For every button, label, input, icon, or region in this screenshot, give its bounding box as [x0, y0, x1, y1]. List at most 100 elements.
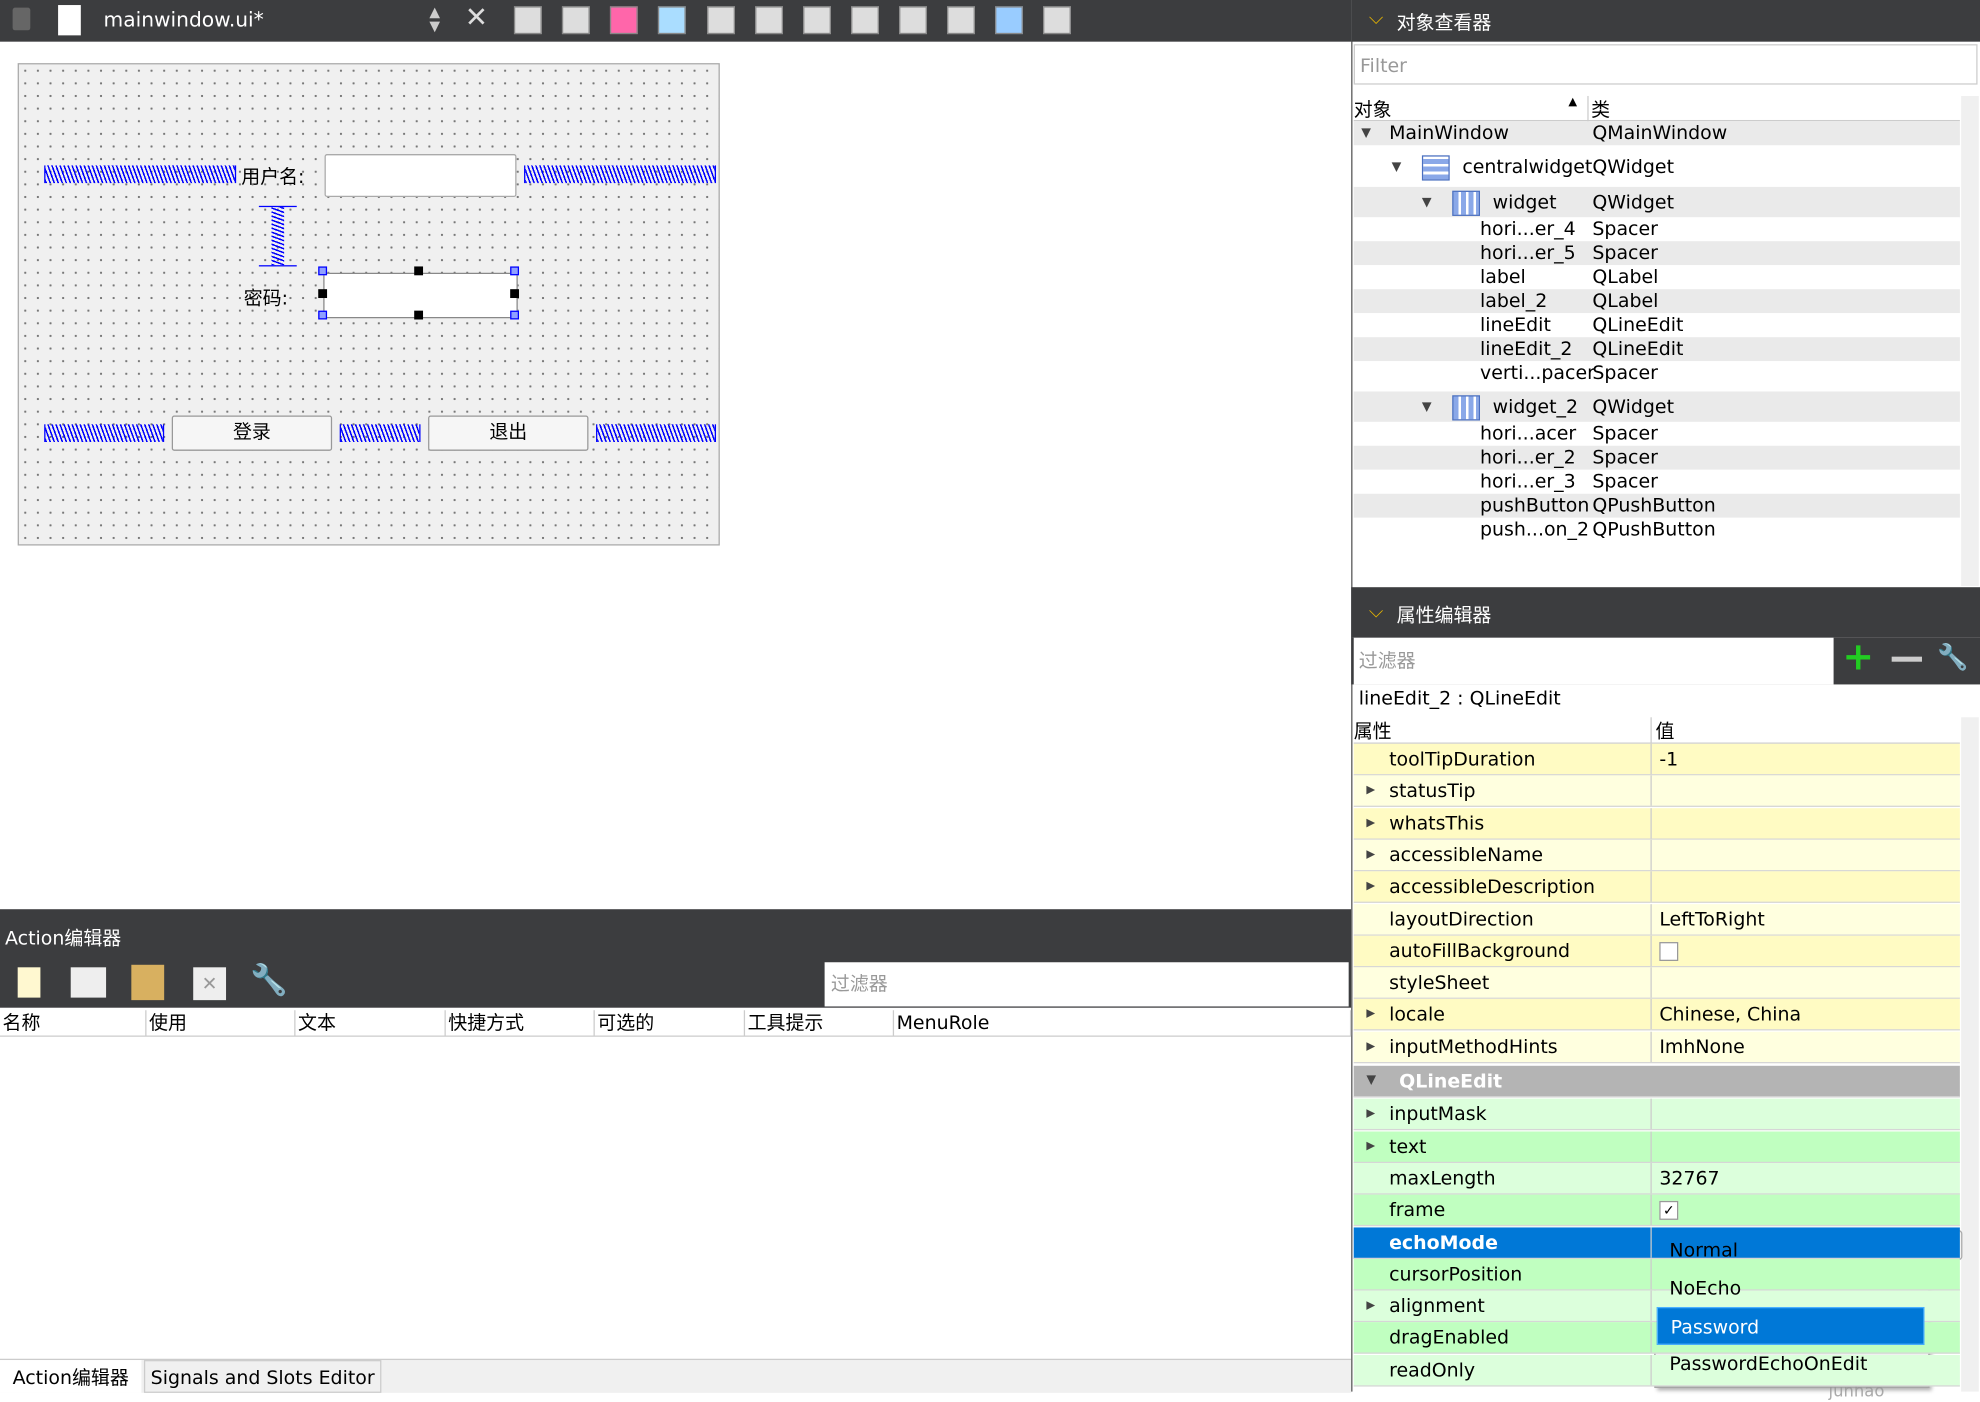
login-button[interactable]: 登录	[171, 415, 333, 451]
break-layout-icon[interactable]	[995, 6, 1023, 35]
object-tree-scrollbar[interactable]	[1961, 95, 1979, 586]
copy-icon[interactable]	[70, 967, 107, 998]
tree-row[interactable]: hori...er_2 Spacer	[1353, 445, 1960, 470]
tree-row[interactable]: verti...pacer Spacer	[1353, 361, 1960, 386]
edit-buddies-icon[interactable]	[609, 6, 638, 35]
horizontal-spacer[interactable]	[524, 165, 717, 184]
expand-arrow-icon[interactable]: ▶	[1366, 1099, 1375, 1129]
tree-row[interactable]: hori...er_4 Spacer	[1353, 217, 1960, 242]
tab-action-editor[interactable]: Action编辑器	[0, 1360, 142, 1393]
property-filter-input[interactable]: 过滤器	[1353, 637, 1834, 685]
horizontal-spacer[interactable]	[44, 424, 165, 442]
tree-row[interactable]: lineEdit QLineEdit	[1353, 313, 1960, 338]
property-row[interactable]: toolTipDuration -1	[1353, 743, 1960, 776]
file-name[interactable]: mainwindow.ui*	[104, 8, 264, 32]
expand-arrow-icon[interactable]: ▼	[1422, 187, 1432, 219]
tab-signals-slots[interactable]: Signals and Slots Editor	[143, 1360, 382, 1393]
property-row[interactable]: styleSheet	[1353, 967, 1960, 999]
split-vertical-icon[interactable]	[851, 6, 879, 35]
lock-icon[interactable]	[12, 7, 31, 31]
layout-grid-icon[interactable]	[947, 6, 975, 35]
tree-row[interactable]: push...on_2 QPushButton	[1353, 517, 1960, 542]
property-value[interactable]: LeftToRight	[1659, 904, 1764, 934]
action-column-header[interactable]: 快捷方式	[446, 1010, 595, 1036]
tree-row[interactable]: ▼ MainWindow QMainWindow	[1353, 121, 1960, 146]
tree-row[interactable]: ▼ widget QWidget	[1353, 186, 1960, 219]
action-filter-input[interactable]: 过滤器	[824, 962, 1349, 1007]
layout-vertical-icon[interactable]	[755, 6, 783, 35]
layout-form-icon[interactable]	[899, 6, 927, 35]
tree-row[interactable]: label QLabel	[1353, 265, 1960, 290]
object-filter-input[interactable]: Filter	[1353, 44, 1978, 85]
expand-arrow-icon[interactable]: ▶	[1366, 872, 1375, 902]
column-object[interactable]: 对象	[1354, 96, 1392, 123]
layout-horizontal-icon[interactable]	[707, 6, 735, 35]
action-column-header[interactable]: 工具提示	[745, 1010, 895, 1036]
close-icon[interactable]: ✕	[465, 3, 488, 35]
property-row[interactable]: ▶ accessibleName	[1353, 839, 1960, 872]
expand-arrow-icon[interactable]: ▶	[1366, 1131, 1375, 1161]
vertical-spacer[interactable]	[258, 205, 297, 267]
collapse-arrow-icon[interactable]: ▼	[1366, 1065, 1376, 1095]
settings-wrench-icon[interactable]: 🔧	[250, 962, 288, 997]
property-checkbox[interactable]	[1659, 941, 1679, 961]
horizontal-spacer[interactable]	[44, 165, 237, 184]
tree-row[interactable]: hori...acer Spacer	[1353, 421, 1960, 446]
edit-widgets-icon[interactable]	[513, 6, 542, 35]
add-property-icon[interactable]: +	[1842, 635, 1874, 679]
property-row[interactable]: layoutDirection LeftToRight	[1353, 903, 1960, 936]
horizontal-spacer[interactable]	[339, 424, 421, 442]
configure-wrench-icon[interactable]: 🔧	[1937, 642, 1968, 672]
dropdown-option[interactable]: PasswordEchoOnEdit	[1657, 1345, 1925, 1383]
edit-tab-order-icon[interactable]	[657, 6, 686, 35]
collapse-chevron-icon[interactable]: ⌵	[1369, 6, 1383, 29]
property-value[interactable]: 32767	[1659, 1163, 1719, 1193]
tree-row[interactable]: hori...er_3 Spacer	[1353, 469, 1960, 494]
dropdown-option[interactable]: Normal	[1657, 1231, 1925, 1269]
tree-row[interactable]: ▼ centralwidget QWidget	[1353, 151, 1960, 184]
property-value[interactable]: Chinese, China	[1659, 999, 1801, 1029]
property-checkbox[interactable]: ✓	[1659, 1201, 1679, 1221]
dropdown-option[interactable]: Password	[1656, 1306, 1925, 1345]
action-column-header[interactable]: 可选的	[595, 1010, 746, 1036]
tree-row[interactable]: ▼ widget_2 QWidget	[1353, 391, 1960, 424]
property-row[interactable]: ▶ locale Chinese, China	[1353, 999, 1960, 1031]
action-column-header[interactable]: 使用	[146, 1010, 296, 1036]
delete-icon[interactable]: ✕	[193, 967, 227, 1001]
action-column-header[interactable]: 名称	[0, 1010, 147, 1036]
dropdown-option[interactable]: NoEcho	[1657, 1269, 1925, 1307]
horizontal-spacer[interactable]	[596, 424, 717, 442]
property-row[interactable]: ▶ inputMethodHints ImhNone	[1353, 1031, 1960, 1063]
column-class[interactable]: 类	[1587, 95, 1610, 123]
property-row[interactable]: ▶ whatsThis	[1353, 807, 1960, 840]
expand-arrow-icon[interactable]: ▶	[1366, 1031, 1375, 1061]
expand-arrow-icon[interactable]: ▶	[1366, 999, 1375, 1029]
tree-row[interactable]: lineEdit_2 QLineEdit	[1353, 337, 1960, 362]
property-value[interactable]: -1	[1659, 744, 1678, 774]
action-column-header[interactable]: 文本	[295, 1010, 446, 1036]
tree-row[interactable]: hori...er_5 Spacer	[1353, 241, 1960, 266]
file-switch-arrows-icon[interactable]: ▲ ▼	[429, 5, 440, 33]
expand-arrow-icon[interactable]: ▶	[1366, 808, 1375, 838]
edit-signals-slots-icon[interactable]	[561, 6, 590, 35]
action-column-header[interactable]: MenuRole	[894, 1010, 1352, 1036]
column-property[interactable]: 属性	[1354, 717, 1392, 744]
collapse-chevron-icon[interactable]: ⌵	[1369, 600, 1383, 623]
property-row[interactable]: ▶ inputMask	[1353, 1099, 1960, 1131]
remove-property-icon[interactable]	[1891, 656, 1922, 662]
property-value[interactable]: ImhNone	[1659, 1031, 1744, 1061]
property-row[interactable]: ▶ statusTip	[1353, 775, 1960, 808]
column-value[interactable]: 值	[1650, 717, 1674, 744]
adjust-size-icon[interactable]	[1043, 6, 1071, 35]
exit-button[interactable]: 退出	[428, 415, 589, 451]
expand-arrow-icon[interactable]: ▶	[1366, 776, 1375, 806]
property-group-header[interactable]: ▼ QLineEdit	[1353, 1065, 1960, 1097]
split-horizontal-icon[interactable]	[803, 6, 831, 35]
property-row[interactable]: maxLength 32767	[1353, 1162, 1960, 1195]
paste-icon[interactable]	[131, 964, 165, 1001]
username-input[interactable]	[324, 154, 517, 197]
expand-arrow-icon[interactable]: ▼	[1361, 121, 1371, 145]
tree-row[interactable]: pushButton QPushButton	[1353, 493, 1960, 518]
property-row[interactable]: ▶ text	[1353, 1130, 1960, 1163]
new-action-icon[interactable]	[17, 967, 41, 998]
